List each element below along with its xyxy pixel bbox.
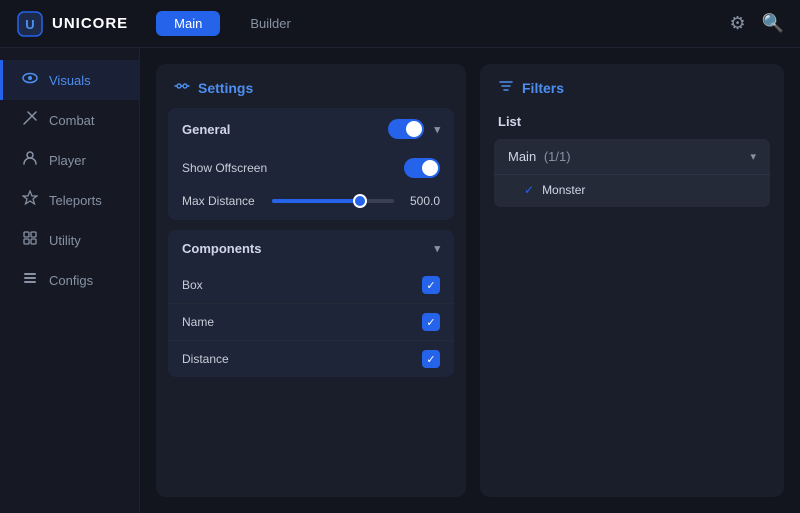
filters-dropdown-header[interactable]: Main (1/1) ▾	[494, 139, 770, 174]
general-chevron-icon: ▾	[434, 123, 440, 136]
comp-box-checkbox[interactable]: ✓	[422, 276, 440, 294]
sidebar-label-configs: Configs	[49, 273, 93, 288]
settings-panel-icon	[174, 78, 190, 98]
monster-check-icon: ✓	[524, 183, 534, 197]
sidebar-item-utility[interactable]: Utility	[0, 220, 139, 260]
settings-panel: Settings General ▾ Show Offscreen	[156, 64, 466, 497]
filters-panel-title: Filters	[522, 80, 564, 96]
filters-dropdown-chevron: ▾	[750, 150, 756, 163]
app-body: Visuals Combat Player	[0, 48, 800, 513]
sidebar-label-teleports: Teleports	[49, 193, 102, 208]
sidebar-item-teleports[interactable]: Teleports	[0, 180, 139, 220]
components-row-right: ▾	[434, 242, 440, 255]
comp-box-label: Box	[182, 278, 203, 292]
show-offscreen-row: Show Offscreen	[168, 150, 454, 186]
settings-panel-header: Settings	[156, 64, 466, 108]
app-title: UNICORE	[52, 15, 128, 32]
filters-panel: Filters List Main (1/1) ▾ ✓ Monster	[480, 64, 784, 497]
sidebar-label-utility: Utility	[49, 233, 81, 248]
configs-icon	[21, 270, 39, 290]
filters-dropdown-label: Main (1/1)	[508, 149, 571, 164]
sidebar: Visuals Combat Player	[0, 48, 140, 513]
nav-right-icons: ⚙ 🔍	[729, 13, 784, 34]
sidebar-item-combat[interactable]: Combat	[0, 100, 139, 140]
general-section-row[interactable]: General ▾	[168, 108, 454, 150]
max-distance-row: Max Distance 500.0	[168, 186, 454, 220]
sidebar-label-visuals: Visuals	[49, 73, 91, 88]
comp-item-name: Name ✓	[168, 303, 454, 340]
player-icon	[21, 150, 39, 170]
general-toggle[interactable]	[388, 119, 424, 139]
filters-dropdown-item-monster[interactable]: ✓ Monster	[494, 174, 770, 207]
settings-icon[interactable]: ⚙	[729, 13, 745, 34]
comp-name-label: Name	[182, 315, 214, 329]
sidebar-item-configs[interactable]: Configs	[0, 260, 139, 300]
max-distance-value: 500.0	[404, 194, 440, 208]
logo-icon: U	[16, 10, 44, 38]
comp-distance-checkbox[interactable]: ✓	[422, 350, 440, 368]
logo-area: U UNICORE	[16, 10, 128, 38]
comp-item-distance: Distance ✓	[168, 340, 454, 377]
filters-panel-header: Filters	[480, 64, 784, 108]
filters-panel-icon	[498, 78, 514, 98]
monster-label: Monster	[542, 183, 585, 197]
general-row-right: ▾	[388, 119, 440, 139]
combat-icon	[21, 110, 39, 130]
max-distance-label: Max Distance	[182, 194, 262, 208]
general-label: General	[182, 122, 230, 137]
main-content: Settings General ▾ Show Offscreen	[140, 48, 800, 513]
svg-text:U: U	[25, 17, 34, 32]
sidebar-label-player: Player	[49, 153, 86, 168]
sidebar-item-visuals[interactable]: Visuals	[0, 60, 139, 100]
visuals-icon	[21, 70, 39, 90]
comp-item-box: Box ✓	[168, 267, 454, 303]
settings-panel-title: Settings	[198, 80, 253, 96]
sidebar-label-combat: Combat	[49, 113, 95, 128]
slider-fill	[272, 199, 360, 203]
components-label: Components	[182, 241, 261, 256]
max-distance-slider[interactable]	[272, 199, 394, 203]
slider-thumb	[353, 194, 367, 208]
nav-tab-builder[interactable]: Builder	[232, 11, 308, 36]
utility-icon	[21, 230, 39, 250]
nav-tab-main[interactable]: Main	[156, 11, 220, 36]
sidebar-item-player[interactable]: Player	[0, 140, 139, 180]
components-section: Components ▾ Box ✓ Name ✓ Distance ✓	[168, 230, 454, 377]
components-chevron-icon: ▾	[434, 242, 440, 255]
search-icon[interactable]: 🔍	[762, 13, 784, 34]
general-section: General ▾ Show Offscreen Max Distance	[168, 108, 454, 220]
top-navigation: U UNICORE Main Builder ⚙ 🔍	[0, 0, 800, 48]
show-offscreen-label: Show Offscreen	[182, 161, 267, 175]
comp-name-checkbox[interactable]: ✓	[422, 313, 440, 331]
filters-list-label: List	[480, 108, 784, 139]
filters-dropdown: Main (1/1) ▾ ✓ Monster	[494, 139, 770, 207]
components-section-row[interactable]: Components ▾	[168, 230, 454, 267]
teleports-icon	[21, 190, 39, 210]
show-offscreen-toggle[interactable]	[404, 158, 440, 178]
comp-distance-label: Distance	[182, 352, 229, 366]
